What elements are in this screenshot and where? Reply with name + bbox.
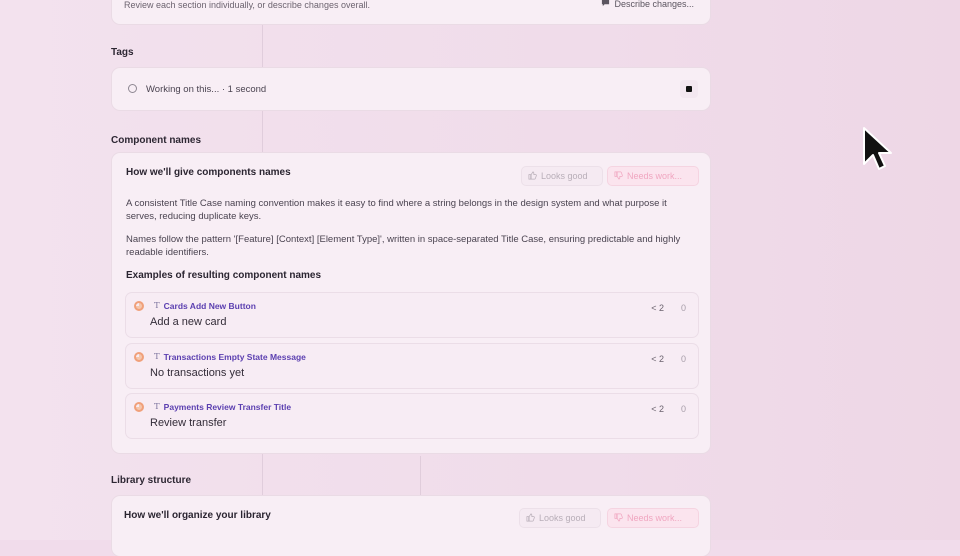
pattern-paragraph: Names follow the pattern '[Feature] [Con…	[126, 234, 681, 258]
looks-good-button[interactable]: Looks good	[522, 167, 602, 185]
thumbs-down-icon	[614, 513, 623, 524]
component-names-heading: Component names	[111, 135, 202, 146]
tags-card: Working on this... · 1 second	[112, 68, 710, 110]
branch-count[interactable]: < 2	[651, 354, 664, 364]
comment-count: 0	[680, 404, 686, 414]
looks-good-button[interactable]: Looks good	[520, 509, 600, 527]
stop-button[interactable]	[680, 80, 698, 98]
library-card: How we'll organize your library Looks go…	[112, 496, 710, 556]
description-paragraph: A consistent Title Case naming conventio…	[126, 198, 667, 222]
thumbs-up-icon	[528, 171, 537, 182]
component-names-card: How we'll give components names Looks go…	[112, 153, 710, 453]
looks-good-label: Looks good	[541, 171, 588, 181]
component-key: T Cards Add New Button	[154, 301, 256, 311]
tags-heading: Tags	[111, 47, 134, 58]
branch-count-value: 2	[658, 404, 664, 414]
mouse-pointer-icon	[862, 126, 892, 181]
example-row[interactable]: T Payments Review Transfer Title Review …	[126, 394, 698, 438]
branch-count[interactable]: < 2	[651, 303, 664, 313]
card-title: How we'll give components names	[126, 167, 291, 178]
stop-icon	[686, 86, 692, 92]
progress-icon	[134, 301, 144, 311]
component-key-label: Cards Add New Button	[163, 301, 256, 311]
card-title: How we'll organize your library	[124, 510, 271, 521]
text-type-icon: T	[154, 402, 160, 412]
comment-count: 0	[680, 354, 686, 364]
component-value: No transactions yet	[150, 367, 245, 379]
comment-count: 0	[680, 303, 686, 313]
text-type-icon: T	[154, 301, 160, 311]
needs-work-button[interactable]: Needs work...	[608, 167, 698, 185]
component-value: Add a new card	[150, 316, 227, 328]
describe-changes-button[interactable]: Describe changes...	[601, 0, 694, 9]
component-key-label: Transactions Empty State Message	[163, 352, 306, 362]
examples-heading: Examples of resulting component names	[126, 270, 322, 281]
text-type-icon: T	[154, 352, 160, 362]
needs-work-button[interactable]: Needs work...	[608, 509, 698, 527]
needs-work-label: Needs work...	[627, 513, 683, 523]
library-structure-heading: Library structure	[111, 475, 192, 486]
branch-count[interactable]: < 2	[651, 404, 664, 414]
example-row[interactable]: T Transactions Empty State Message No tr…	[126, 344, 698, 388]
looks-good-label: Looks good	[539, 513, 586, 523]
loading-spinner-icon	[128, 84, 137, 93]
progress-icon	[134, 402, 144, 412]
page-background: Review each section individually, or des…	[0, 0, 960, 556]
example-row[interactable]: T Cards Add New Button Add a new card < …	[126, 293, 698, 337]
progress-icon	[134, 352, 144, 362]
chat-bubble-icon	[601, 0, 610, 9]
describe-changes-label: Describe changes...	[614, 0, 694, 9]
review-hint-text: Review each section individually, or des…	[124, 0, 370, 10]
review-instructions-card: Review each section individually, or des…	[112, 0, 710, 24]
thumbs-up-icon	[526, 513, 535, 524]
working-status: Working on this... · 1 second	[146, 84, 267, 95]
component-key: T Payments Review Transfer Title	[154, 402, 291, 412]
component-value: Review transfer	[150, 417, 227, 429]
component-key-label: Payments Review Transfer Title	[163, 402, 292, 412]
thumbs-down-icon	[614, 171, 623, 182]
component-key: T Transactions Empty State Message	[154, 352, 306, 362]
branch-count-value: 2	[658, 303, 664, 313]
needs-work-label: Needs work...	[627, 171, 683, 181]
branch-count-value: 2	[658, 354, 664, 364]
